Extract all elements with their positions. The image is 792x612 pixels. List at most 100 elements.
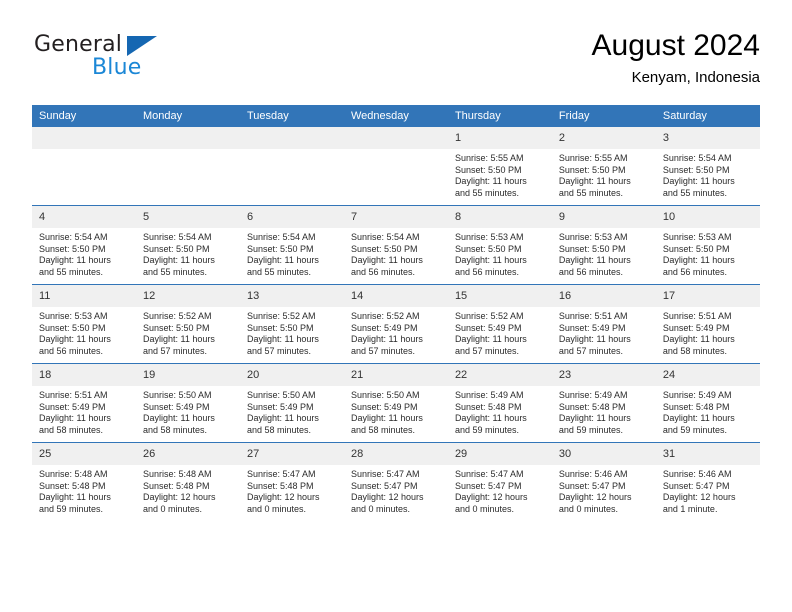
calendar-day-cell[interactable]: 7 Sunrise: 5:54 AM Sunset: 5:50 PM Daylight… [343,205,448,285]
sunset-text: Sunset: 5:50 PM [454,243,522,254]
weekday-header-row: Sunday Monday Tuesday Wednesday Thursday… [32,105,760,127]
sunset-text: Sunset: 5:49 PM [662,322,730,333]
calendar-week-row: 25 Sunrise: 5:48 AM Sunset: 5:48 PM Dayligh… [32,442,760,521]
day-details: Sunrise: 5:52 AM Sunset: 5:49 PM Daylight:… [448,307,552,357]
calendar-day-cell[interactable]: 27 Sunrise: 5:47 AM Sunset: 5:48 PM Dayligh… [239,442,344,521]
calendar-day-cell[interactable]: 9 Sunrise: 5:53 AM Sunset: 5:50 PM Daylight… [551,205,656,285]
calendar-day-cell[interactable]: 17 Sunrise: 5:51 AM Sunset: 5:49 PM Dayligh… [655,284,760,364]
day-number: 9 [551,206,656,228]
calendar-day-cell[interactable]: 8 Sunrise: 5:53 AM Sunset: 5:50 PM Daylight… [447,205,552,285]
sunset-text: Sunset: 5:50 PM [246,322,314,333]
sunset-text: Sunset: 5:50 PM [662,164,730,175]
calendar-day-cell-empty [135,127,240,206]
daylight-text-line1: Daylight: 12 hours [246,492,320,503]
day-number: 19 [135,364,240,386]
day-details: Sunrise: 5:53 AM Sunset: 5:50 PM Daylight:… [448,228,552,278]
calendar-day-cell[interactable]: 14 Sunrise: 5:52 AM Sunset: 5:49 PM Dayligh… [343,284,448,364]
day-details: Sunrise: 5:52 AM Sunset: 5:50 PM Daylight:… [240,307,344,357]
calendar-day-cell[interactable]: 16 Sunrise: 5:51 AM Sunset: 5:49 PM Dayligh… [551,284,656,364]
calendar-day-cell[interactable]: 21 Sunrise: 5:50 AM Sunset: 5:49 PM Dayligh… [343,363,448,443]
calendar-day-cell[interactable]: 4 Sunrise: 5:54 AM Sunset: 5:50 PM Daylight… [32,205,136,285]
sunset-text: Sunset: 5:48 PM [39,480,106,491]
day-number: 23 [551,364,656,386]
calendar-day-cell[interactable]: 18 Sunrise: 5:51 AM Sunset: 5:49 PM Dayligh… [32,363,136,443]
calendar-day-cell[interactable]: 15 Sunrise: 5:52 AM Sunset: 5:49 PM Dayligh… [447,284,552,364]
calendar-day-cell-empty [343,127,448,206]
calendar-day-cell[interactable]: 23 Sunrise: 5:49 AM Sunset: 5:48 PM Dayligh… [551,363,656,443]
sunset-text: Sunset: 5:50 PM [350,243,418,254]
day-number: 11 [32,285,136,307]
sunset-text: Sunset: 5:48 PM [454,401,522,412]
day-details: Sunrise: 5:47 AM Sunset: 5:47 PM Daylight:… [448,465,552,515]
title-block: August 2024 Kenyam, Indonesia [592,28,760,89]
calendar-day-cell[interactable]: 26 Sunrise: 5:48 AM Sunset: 5:48 PM Dayligh… [135,442,240,521]
daylight-text-line2: and 57 minutes. [142,345,208,356]
day-number [343,127,448,149]
day-details: Sunrise: 5:47 AM Sunset: 5:48 PM Daylight:… [240,465,344,515]
calendar-day-cell-empty [32,127,136,206]
daylight-text-line2: and 59 minutes. [558,424,623,435]
calendar-day-cell[interactable]: 19 Sunrise: 5:50 AM Sunset: 5:49 PM Dayligh… [135,363,240,443]
daylight-text-line1: Daylight: 11 hours [350,413,423,424]
day-details: Sunrise: 5:52 AM Sunset: 5:50 PM Daylight:… [136,307,240,357]
daylight-text-line1: Daylight: 11 hours [142,255,215,266]
calendar-day-cell[interactable]: 29 Sunrise: 5:47 AM Sunset: 5:47 PM Dayligh… [447,442,552,521]
day-details: Sunrise: 5:53 AM Sunset: 5:50 PM Daylight:… [656,228,760,278]
calendar-day-cell[interactable]: 28 Sunrise: 5:47 AM Sunset: 5:47 PM Dayligh… [343,442,448,521]
daylight-text-line1: Daylight: 11 hours [39,255,111,266]
day-details: Sunrise: 5:49 AM Sunset: 5:48 PM Daylight:… [448,386,552,436]
sunrise-text: Sunrise: 5:55 AM [454,153,524,163]
sunrise-text: Sunrise: 5:50 AM [142,390,212,400]
daylight-text-line1: Daylight: 11 hours [454,176,527,187]
weekday-header-monday: Monday [135,105,240,127]
sunrise-text: Sunrise: 5:53 AM [39,311,108,321]
daylight-text-line2: and 59 minutes. [454,424,519,435]
calendar-day-cell[interactable]: 2 Sunrise: 5:55 AM Sunset: 5:50 PM Daylight… [551,127,656,206]
day-number: 3 [655,127,760,149]
calendar-day-cell[interactable]: 22 Sunrise: 5:49 AM Sunset: 5:48 PM Dayligh… [447,363,552,443]
day-number: 8 [447,206,552,228]
day-details: Sunrise: 5:50 AM Sunset: 5:49 PM Daylight:… [136,386,240,436]
calendar-day-cell[interactable]: 24 Sunrise: 5:49 AM Sunset: 5:48 PM Dayligh… [655,363,760,443]
page-header: General Blue August 2024 Kenyam, Indones… [32,28,760,98]
sunrise-text: Sunrise: 5:54 AM [142,232,212,242]
calendar-day-cell[interactable]: 5 Sunrise: 5:54 AM Sunset: 5:50 PM Daylight… [135,205,240,285]
sunrise-text: Sunrise: 5:52 AM [454,311,524,321]
day-number: 13 [239,285,344,307]
daylight-text-line1: Daylight: 11 hours [454,255,527,266]
day-details: Sunrise: 5:46 AM Sunset: 5:47 PM Daylight:… [656,465,760,515]
brand-logo[interactable]: General Blue [32,32,272,94]
calendar-day-cell[interactable]: 12 Sunrise: 5:52 AM Sunset: 5:50 PM Dayligh… [135,284,240,364]
sunrise-text: Sunrise: 5:50 AM [246,390,316,400]
daylight-text-line2: and 0 minutes. [350,503,410,514]
calendar-day-cell[interactable]: 20 Sunrise: 5:50 AM Sunset: 5:49 PM Dayligh… [239,363,344,443]
brand-word-general: General [34,32,123,57]
calendar-day-cell[interactable]: 10 Sunrise: 5:53 AM Sunset: 5:50 PM Dayligh… [655,205,760,285]
daylight-text-line2: and 55 minutes. [246,266,312,277]
daylight-text-line2: and 58 minutes. [142,424,208,435]
day-details: Sunrise: 5:54 AM Sunset: 5:50 PM Daylight:… [656,149,760,199]
calendar-day-cell[interactable]: 6 Sunrise: 5:54 AM Sunset: 5:50 PM Daylight… [239,205,344,285]
daylight-text-line2: and 0 minutes. [454,503,514,514]
calendar-day-cell[interactable]: 25 Sunrise: 5:48 AM Sunset: 5:48 PM Dayligh… [32,442,136,521]
day-details: Sunrise: 5:51 AM Sunset: 5:49 PM Daylight:… [656,307,760,357]
sunrise-text: Sunrise: 5:49 AM [662,390,732,400]
calendar-day-cell[interactable]: 13 Sunrise: 5:52 AM Sunset: 5:50 PM Dayligh… [239,284,344,364]
day-number: 30 [551,443,656,465]
calendar-day-cell[interactable]: 30 Sunrise: 5:46 AM Sunset: 5:47 PM Dayligh… [551,442,656,521]
daylight-text-line2: and 0 minutes. [142,503,203,514]
calendar-day-cell[interactable]: 3 Sunrise: 5:54 AM Sunset: 5:50 PM Daylight… [655,127,760,206]
day-details: Sunrise: 5:49 AM Sunset: 5:48 PM Daylight:… [552,386,656,436]
calendar-day-cell[interactable]: 11 Sunrise: 5:53 AM Sunset: 5:50 PM Dayligh… [32,284,136,364]
daylight-text-line2: and 57 minutes. [246,345,312,356]
daylight-text-line1: Daylight: 11 hours [39,334,111,345]
day-number: 15 [447,285,552,307]
day-number: 29 [447,443,552,465]
sunset-text: Sunset: 5:48 PM [558,401,626,412]
calendar-day-cell[interactable]: 1 Sunrise: 5:55 AM Sunset: 5:50 PM Daylight… [447,127,552,206]
daylight-text-line1: Daylight: 11 hours [142,413,215,424]
day-number: 14 [343,285,448,307]
calendar-week-row: 1 Sunrise: 5:55 AM Sunset: 5:50 PM Daylight… [32,127,760,206]
calendar-day-cell[interactable]: 31 Sunrise: 5:46 AM Sunset: 5:47 PM Dayligh… [655,442,760,521]
sunrise-text: Sunrise: 5:47 AM [454,469,524,479]
